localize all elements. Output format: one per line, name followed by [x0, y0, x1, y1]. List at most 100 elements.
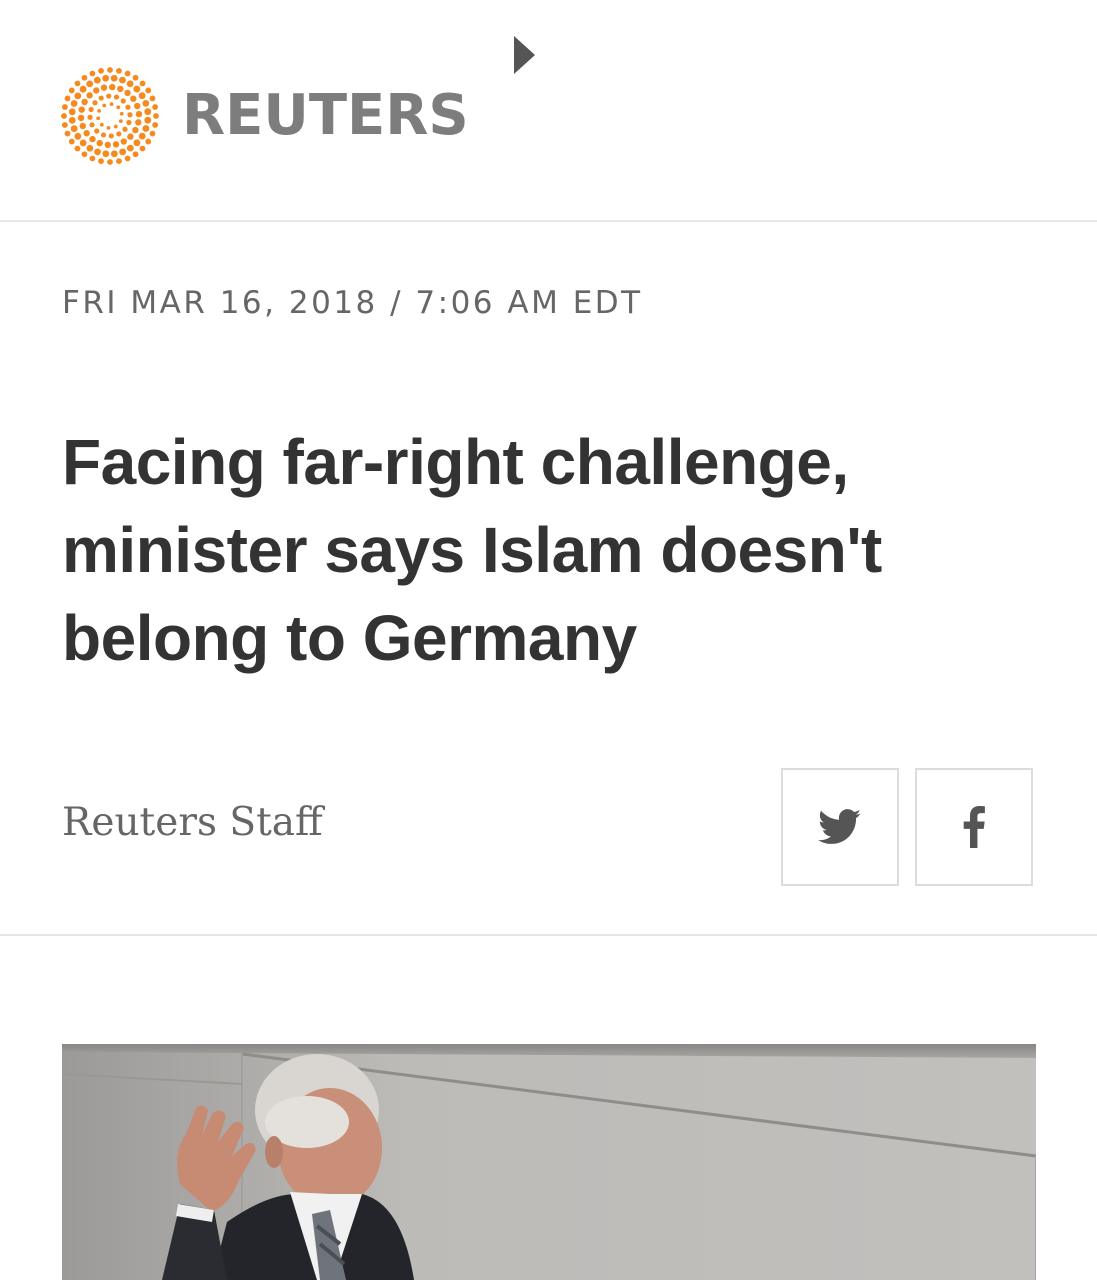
play-arrow-icon[interactable] — [514, 36, 535, 74]
logo-dot — [96, 139, 103, 147]
logo-dot — [112, 141, 120, 148]
logo-dot — [79, 122, 86, 130]
article-headline: Facing far-right challenge, minister say… — [62, 426, 882, 674]
logo-dot — [94, 148, 101, 156]
logo-dot — [120, 98, 126, 104]
logo-dot — [89, 135, 96, 143]
logo-dot — [109, 83, 116, 91]
logo-dot — [102, 150, 110, 158]
share-facebook-button[interactable] — [915, 768, 1033, 886]
logo-dot — [89, 122, 95, 128]
logo-dot — [113, 94, 120, 100]
logo-dot — [133, 85, 141, 93]
share-twitter-button[interactable] — [781, 768, 899, 886]
logo-dot — [153, 113, 159, 119]
logo-dot — [64, 130, 71, 137]
logo-dot — [81, 74, 88, 81]
logo-dot — [107, 67, 113, 73]
logo-dot — [125, 104, 131, 110]
logo-dot — [88, 106, 94, 113]
logo-dot — [116, 67, 122, 74]
logo-dot — [78, 106, 85, 113]
logo-dot — [132, 126, 139, 134]
lead-photo[interactable] — [62, 1044, 1036, 1280]
logo-dot — [100, 84, 108, 91]
logo-dot — [135, 110, 143, 118]
logo-dot — [106, 93, 112, 99]
logo-dot — [74, 80, 81, 87]
logo-dot — [68, 108, 76, 116]
logo-dot — [110, 150, 118, 158]
logo-dot — [118, 119, 123, 124]
logo-dot — [127, 133, 134, 140]
logo-dot — [87, 114, 93, 120]
site-header: REUTERS — [0, 0, 1097, 222]
facebook-f-icon — [963, 806, 985, 848]
logo-dot — [93, 76, 101, 84]
byline-row: Reuters Staff — [0, 740, 1097, 936]
logo-dot — [77, 114, 85, 122]
logo-dot — [102, 103, 107, 108]
twitter-bird-icon — [818, 809, 861, 844]
logo-dot — [107, 159, 113, 165]
logo-dot — [109, 102, 114, 106]
logo-dot — [149, 130, 156, 137]
logo-dot — [116, 158, 122, 165]
logo-dot — [61, 122, 68, 128]
logo-dot — [70, 100, 78, 107]
logo-dot — [89, 70, 96, 77]
logo-dot — [142, 99, 150, 107]
logo-dot — [83, 130, 90, 137]
logo-dot — [119, 111, 124, 116]
logo-dot — [133, 139, 141, 147]
logo-dot — [126, 144, 134, 152]
logo-dot — [94, 128, 100, 134]
logo-dot — [110, 74, 118, 82]
logo-dot — [86, 92, 93, 99]
logo-dot — [139, 80, 146, 87]
logo-dot — [132, 74, 139, 81]
logo-dot — [126, 80, 134, 88]
logo-dot — [89, 155, 96, 162]
logo-dot — [81, 151, 88, 158]
logo-dot — [81, 98, 88, 106]
logo-dot — [74, 132, 82, 140]
logo-dot — [127, 112, 133, 118]
logo-dot — [144, 108, 152, 116]
logo-dot — [93, 87, 100, 94]
reuters-logo-icon — [61, 67, 159, 165]
logo-dot — [135, 119, 142, 126]
logo-dot — [113, 124, 118, 129]
logo-dot — [98, 67, 104, 74]
reuters-wordmark: REUTERS — [182, 83, 469, 148]
logo-dot — [145, 87, 152, 94]
logo-dot — [104, 141, 111, 149]
logo-dot — [145, 138, 152, 145]
logo-dot — [152, 122, 159, 128]
logo-dot — [144, 116, 152, 124]
logo-dot — [98, 95, 104, 101]
logo-dot — [126, 119, 132, 126]
article-byline[interactable]: Reuters Staff — [62, 796, 323, 850]
logo-dot — [68, 116, 76, 124]
logo-dot — [74, 92, 82, 100]
logo-dot — [149, 95, 156, 102]
logo-dot — [132, 151, 139, 158]
logo-dot — [86, 80, 94, 88]
logo-dot — [61, 104, 68, 110]
logo-dot — [116, 105, 121, 110]
logo-dot — [108, 133, 114, 139]
logo-dot — [74, 145, 81, 152]
logo-dot — [97, 108, 102, 113]
logo-dot — [70, 125, 78, 133]
logo-dot — [79, 85, 87, 93]
logo-dot — [124, 89, 131, 97]
logo-dot — [99, 122, 104, 127]
logo-dot — [152, 104, 159, 110]
logo-dot — [86, 144, 94, 152]
logo-dot — [142, 125, 150, 132]
lead-photo-image — [62, 1044, 1036, 1280]
logo-dot — [134, 102, 141, 110]
logo-dot — [96, 116, 101, 121]
logo-dot — [139, 145, 146, 152]
